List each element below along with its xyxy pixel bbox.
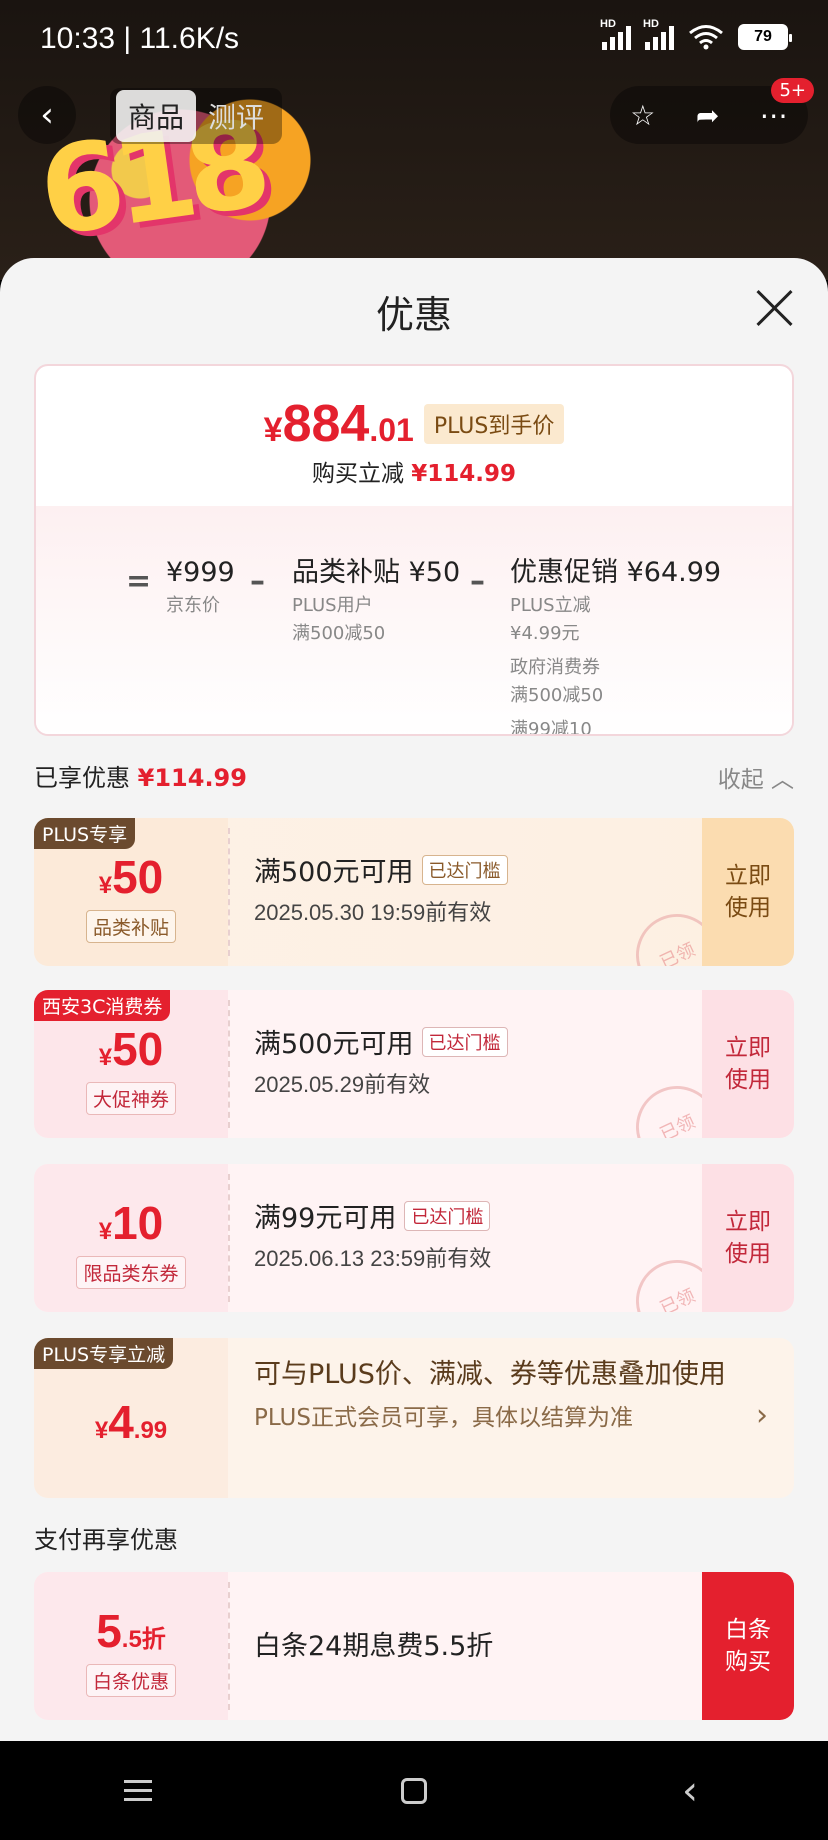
coupon-condition: 满500元可用 bbox=[254, 857, 414, 888]
product-navbar: ‹ 商品 测评 ☆ ➦ ⋯ 5+ bbox=[0, 78, 828, 150]
coupon-type: 限品类东券 bbox=[76, 1255, 186, 1289]
signal-icon-2: HD bbox=[643, 18, 674, 50]
coupon-condition: 满99元可用 bbox=[254, 1203, 397, 1234]
more-icon[interactable]: ⋯ bbox=[760, 99, 788, 132]
plus-price-tag: PLUS到手价 bbox=[423, 404, 565, 444]
reduce-value: ¥114.99 bbox=[411, 461, 517, 487]
coupon-amount: ¥10 bbox=[98, 1196, 164, 1249]
baitiao-card[interactable]: 5.5折 白条优惠 白条24期息费5.5折 白条 购买 bbox=[34, 1572, 794, 1720]
home-icon[interactable] bbox=[384, 1761, 444, 1821]
plus-description: 可与PLUS价、满减、券等优惠叠加使用 bbox=[254, 1359, 726, 1390]
threshold-met-badge: 已达门槛 bbox=[421, 854, 508, 885]
subsidy-title: 品类补贴 ¥50 bbox=[292, 557, 461, 588]
promo-column: 优惠促销 ¥64.99 PLUS立减 ¥4.99元 政府消费券 满500减50 … bbox=[510, 554, 722, 734]
threshold-met-badge: 已达门槛 bbox=[404, 1200, 491, 1231]
share-icon[interactable]: ➦ bbox=[696, 99, 719, 132]
use-now-button[interactable]: 立即 使用 bbox=[702, 818, 794, 966]
sheet-title: 优惠 bbox=[375, 293, 452, 337]
nav-tabs: 商品 测评 bbox=[110, 88, 283, 144]
tab-review[interactable]: 测评 bbox=[196, 90, 276, 142]
chevron-up-icon: ︿ bbox=[771, 767, 794, 793]
coupon-card[interactable]: ¥50 大促神券 西安3C消费券 满500元可用 已达门槛 2025.05.29前… bbox=[34, 990, 794, 1138]
final-price-row: ¥884.01 PLUS到手价 bbox=[36, 394, 792, 454]
battery-icon: 79 bbox=[738, 24, 792, 50]
favorite-star-icon[interactable]: ☆ bbox=[630, 99, 655, 132]
baitiao-description: 白条24期息费5.5折 bbox=[254, 1631, 494, 1662]
plus-subtext: PLUS正式会员可享，具体以结算为准 bbox=[254, 1405, 633, 1431]
wifi-icon bbox=[689, 25, 723, 50]
signal-icon: HD bbox=[600, 18, 631, 50]
message-badge: 5+ bbox=[771, 78, 814, 103]
minus-sign-1: – bbox=[250, 564, 265, 599]
baitiao-discount: 5.5折 bbox=[96, 1604, 166, 1657]
menu-icon[interactable] bbox=[108, 1761, 168, 1821]
coupon-tag: 西安3C消费券 bbox=[34, 990, 171, 1021]
final-price: ¥884.01 bbox=[263, 395, 414, 453]
back-button[interactable]: ‹ bbox=[18, 86, 76, 144]
jd-price: ¥999 bbox=[166, 557, 235, 588]
subsidy-column: 品类补贴 ¥50 PLUS用户 满500减50 bbox=[292, 554, 460, 648]
baitiao-buy-button[interactable]: 白条 购买 bbox=[702, 1572, 794, 1720]
plus-discount-amount: ¥4.99 bbox=[94, 1396, 168, 1448]
status-icons: HD HD 79 bbox=[600, 18, 792, 50]
back-nav-icon[interactable]: ‹ bbox=[660, 1761, 720, 1821]
use-now-button[interactable]: 立即 使用 bbox=[702, 1164, 794, 1312]
use-now-button[interactable]: 立即 使用 bbox=[702, 990, 794, 1138]
promo-title: 优惠促销 ¥64.99 bbox=[510, 557, 722, 588]
status-time: 10:33 | 11.6K/s bbox=[40, 22, 240, 55]
collapse-button[interactable]: 收起 ︿ bbox=[718, 760, 794, 794]
coupon-card[interactable]: ¥50 品类补贴 PLUS专享 满500元可用 已达门槛 2025.05.30 1… bbox=[34, 818, 794, 966]
coupon-card[interactable]: ¥10 限品类东券 满99元可用 已达门槛 2025.06.13 23:59前有效… bbox=[34, 1164, 794, 1312]
coupon-validity: 2025.05.29前有效 bbox=[254, 1072, 431, 1097]
baitiao-type: 白条优惠 bbox=[85, 1663, 176, 1697]
reduce-row: 购买立减 ¥114.99 bbox=[311, 461, 517, 487]
equals-sign: = bbox=[126, 564, 152, 599]
price-summary-card: ¥884.01 PLUS到手价 购买立减 ¥114.99 = ¥999 京东价 … bbox=[34, 364, 794, 736]
tab-product[interactable]: 商品 bbox=[116, 90, 197, 142]
chevron-right-icon: › bbox=[756, 1398, 768, 1433]
coupon-type: 品类补贴 bbox=[85, 909, 176, 943]
jd-price-column: ¥999 京东价 bbox=[166, 554, 235, 620]
enjoyed-discount-value: ¥114.99 bbox=[137, 764, 247, 792]
coupon-condition: 满500元可用 bbox=[254, 1029, 414, 1060]
close-icon[interactable] bbox=[754, 288, 794, 328]
coupon-validity: 2025.05.30 19:59前有效 bbox=[254, 900, 492, 925]
coupon-validity: 2025.06.13 23:59前有效 bbox=[254, 1246, 492, 1271]
coupon-amount: ¥50 bbox=[98, 1022, 164, 1075]
coupon-amount: ¥50 bbox=[98, 850, 164, 903]
coupon-type: 大促神券 bbox=[85, 1081, 176, 1115]
threshold-met-badge: 已达门槛 bbox=[421, 1026, 508, 1057]
enjoyed-discount-title: 已享优惠 ¥114.99 bbox=[34, 764, 247, 792]
minus-sign-2: – bbox=[470, 564, 485, 599]
plus-tag: PLUS专享立减 bbox=[34, 1338, 174, 1369]
system-navigation-bar: ‹ bbox=[0, 1741, 828, 1840]
status-bar: 10:33 | 11.6K/s HD HD 79 bbox=[0, 0, 828, 80]
coupon-tag: PLUS专享 bbox=[34, 818, 136, 849]
payment-section-title: 支付再享优惠 bbox=[34, 1526, 178, 1554]
discount-sheet: 优惠 ¥884.01 PLUS到手价 购买立减 ¥114.99 = ¥999 京… bbox=[0, 258, 828, 1741]
plus-discount-card[interactable]: ¥4.99 PLUS专享立减 可与PLUS价、满减、券等优惠叠加使用 PLUS正… bbox=[34, 1338, 794, 1498]
